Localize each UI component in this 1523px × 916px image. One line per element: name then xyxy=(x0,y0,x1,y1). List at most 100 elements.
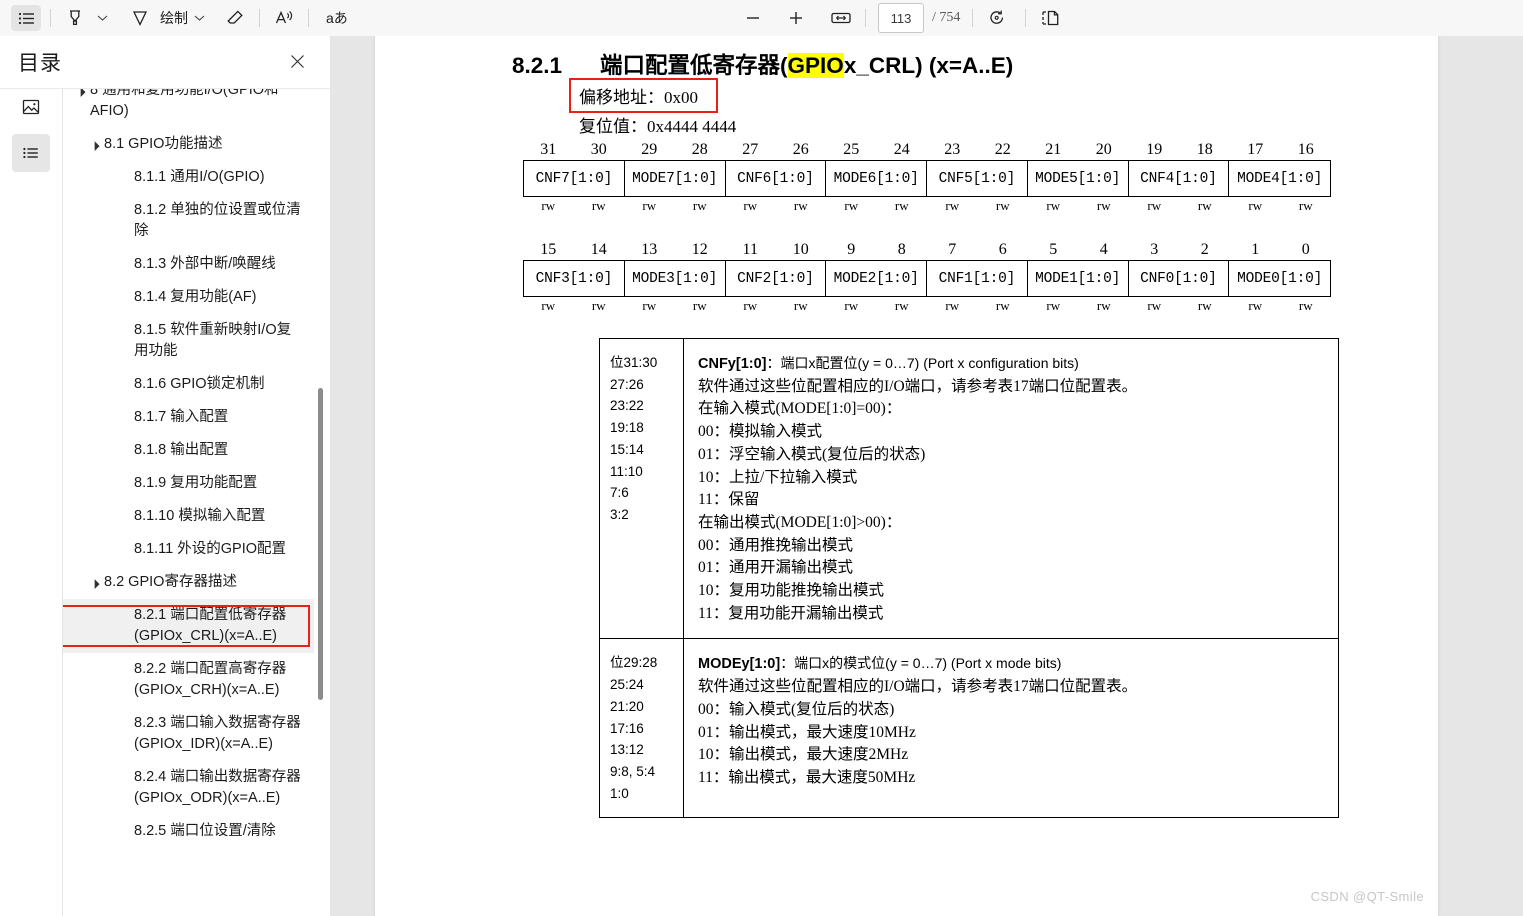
toc-item-18[interactable]: ◢8.2.5 端口位设置/清除 xyxy=(62,815,314,848)
toc-item-8[interactable]: ◢8.1.7 输入配置 xyxy=(62,401,314,434)
draw-label: 绘制 xyxy=(160,10,188,26)
zoom-out-button[interactable] xyxy=(738,5,768,31)
highlighter-button[interactable] xyxy=(60,5,90,31)
bit-number: 7 xyxy=(948,241,957,258)
toc-item-0[interactable]: ◢ 8 通用和复用功能I/O(GPIO和AFIO) xyxy=(62,88,314,128)
bit-access-cell: rw xyxy=(743,298,758,313)
draw-options-caret[interactable] xyxy=(190,5,208,31)
description-line: 软件通过这些位配置相应的I/O端口，请参考表17端口位配置表。 xyxy=(698,377,1138,395)
bit-range-line: 15:14 xyxy=(610,441,644,457)
page-number-input[interactable]: 113 xyxy=(878,3,924,33)
toc-item-2[interactable]: ◢8.1.1 通用I/O(GPIO) xyxy=(62,161,314,194)
bit-field-row: CNF3[1:0] MODE3[1:0] CNF2[1:0] MODE2[1:0] CN… xyxy=(523,260,1331,297)
heading-highlight: GPIO xyxy=(787,53,844,78)
plus-icon xyxy=(790,12,802,24)
description-line: 00：输入模式(复位后的状态) xyxy=(698,700,895,718)
register-bitmap-low: 15 14 13 12 11 10 9 8 7 6 5 4 3 2 1 0 CNF3[1:0] MODE3[1:0… xyxy=(523,240,1331,315)
bit-access-row: rw rw rw rw rw rw rw rw rw rw rw rw rw rw rw rw xyxy=(523,197,1331,215)
bit-number: 0 xyxy=(1301,241,1310,258)
bit-access-cell: rw xyxy=(1147,298,1162,313)
toc-item-11[interactable]: ◢8.1.10 模拟输入配置 xyxy=(62,500,314,533)
toc-item-label: 8.1.8 输出配置 xyxy=(134,442,229,458)
toc-item-15[interactable]: ◢8.2.2 端口配置高寄存器(GPIOx_CRH)(x=A..E) xyxy=(62,653,314,707)
two-page-view-button[interactable] xyxy=(1035,5,1065,31)
toc-item-10[interactable]: ◢8.1.9 复用功能配置 xyxy=(62,467,314,500)
toc-indent-spacer: ◢ xyxy=(118,374,134,388)
bit-access-cell: rw xyxy=(1298,298,1313,313)
toc-item-14[interactable]: ◢8.2.1 端口配置低寄存器(GPIOx_CRL)(x=A..E) xyxy=(62,599,314,653)
list-icon xyxy=(23,147,38,159)
zoom-in-button[interactable] xyxy=(781,5,811,31)
field-name: MODEy[1:0] xyxy=(698,656,781,673)
toc-item-7[interactable]: ◢8.1.6 GPIO锁定机制 xyxy=(62,368,314,401)
bit-access-cell: rw xyxy=(1147,198,1162,213)
chevron-down-icon xyxy=(194,15,204,21)
bit-number: 19 xyxy=(1146,141,1163,158)
pdf-page: 8.2.1 端口配置低寄存器(GPIOx_CRL) (x=A..E) 偏移地址：0… xyxy=(375,36,1438,916)
bit-field-cell: MODE0[1:0] xyxy=(1237,270,1323,287)
eraser-icon xyxy=(227,10,243,24)
pen-button[interactable] xyxy=(125,5,155,31)
bit-access-cell: rw xyxy=(793,198,808,213)
description-bits-cell: 位31:30 27:26 23:22 19:18 15:14 11:10 7:6 3:2 xyxy=(600,339,684,639)
toc-indent-spacer: ◢ xyxy=(118,407,134,421)
bit-access-cell: rw xyxy=(692,198,707,213)
bit-number-row: 15 14 13 12 11 10 9 8 7 6 5 4 3 2 1 0 xyxy=(523,240,1331,260)
bit-field-cell: MODE5[1:0] xyxy=(1028,161,1129,196)
fit-width-button[interactable] xyxy=(826,5,856,31)
toc-item-label: 8.2.2 端口配置高寄存器(GPIOx_CRH)(x=A..E) xyxy=(134,661,287,698)
read-aloud-button[interactable] xyxy=(269,5,299,31)
bit-number: 5 xyxy=(1049,241,1058,258)
description-text-cell: MODEy[1:0]：端口x的模式位(y = 0…7) (Port x mode… xyxy=(684,639,1338,817)
bit-number: 16 xyxy=(1297,141,1314,158)
bit-access-cell: rw xyxy=(541,298,556,313)
thumbnails-button[interactable] xyxy=(12,88,50,126)
highlighter-options-caret[interactable] xyxy=(93,5,111,31)
toc-item-1[interactable]: ◢ 8.1 GPIO功能描述 xyxy=(62,128,314,161)
toolbar-separator xyxy=(972,9,974,27)
bit-range-line: 23:22 xyxy=(610,398,644,414)
text-size-button[interactable]: aあ xyxy=(318,5,356,31)
toc-item-5[interactable]: ◢8.1.4 复用功能(AF) xyxy=(62,281,314,314)
toc-indent-spacer: ◢ xyxy=(118,473,134,487)
toc-scrollbar-thumb[interactable] xyxy=(318,388,323,700)
document-viewer[interactable]: 8.2.1 端口配置低寄存器(GPIOx_CRL) (x=A..E) 偏移地址：0… xyxy=(331,36,1523,916)
eraser-button[interactable] xyxy=(220,5,250,31)
table-of-contents-button[interactable] xyxy=(12,134,50,172)
bit-number: 28 xyxy=(691,141,708,158)
bit-field-cell: MODE1[1:0] xyxy=(1028,261,1129,296)
outline-toggle-button[interactable] xyxy=(11,5,41,31)
image-thumbnail-icon xyxy=(22,99,40,115)
bit-number: 30 xyxy=(590,141,607,158)
toc-item-17[interactable]: ◢8.2.4 端口输出数据寄存器(GPIOx_ODR)(x=A..E) xyxy=(62,761,314,815)
toolbar-separator xyxy=(308,9,309,27)
toc-indent-spacer: ◢ xyxy=(118,659,134,673)
bit-range-line: 21:20 xyxy=(610,698,644,714)
rotate-button[interactable] xyxy=(982,5,1012,31)
pdf-reader-window: 绘制 aあ 113 / 754 目录 ◢ 8 通用和复用功能I/O(GPIO和A… xyxy=(0,0,1523,916)
toc-indent-spacer: ◢ xyxy=(118,167,134,181)
toc-item-12[interactable]: ◢8.1.11 外设的GPIO配置 xyxy=(62,533,314,566)
bit-number: 20 xyxy=(1095,141,1112,158)
bit-number: 15 xyxy=(540,241,557,258)
toc-item-13[interactable]: ◢ 8.2 GPIO寄存器描述 xyxy=(62,566,314,599)
bit-access-cell: rw xyxy=(1298,198,1313,213)
bit-field-cell: CNF2[1:0] xyxy=(726,261,827,296)
bit-range-line: 17:16 xyxy=(610,720,644,736)
chevron-down-icon xyxy=(97,15,107,21)
bit-access-row: rw rw rw rw rw rw rw rw rw rw rw rw rw rw rw rw xyxy=(523,297,1331,315)
toc-list[interactable]: ◢8 通用和复用功能I/O(GPIO和AFIO)◢8.1 GPIO功能描述◢8.… xyxy=(62,88,330,916)
bit-access-cell: rw xyxy=(1197,298,1212,313)
bit-range-line: 13:12 xyxy=(610,742,644,758)
toc-item-9[interactable]: ◢8.1.8 输出配置 xyxy=(62,434,314,467)
description-line: 11：输出模式，最大速度50MHz xyxy=(698,768,916,786)
register-bitmap-high: 31 30 29 28 27 26 25 24 23 22 21 20 19 18 17 16 CNF7[1:0… xyxy=(523,140,1331,215)
toc-item-16[interactable]: ◢8.2.3 端口输入数据寄存器(GPIOx_IDR)(x=A..E) xyxy=(62,707,314,761)
toc-item-6[interactable]: ◢8.1.5 软件重新映射I/O复用功能 xyxy=(62,314,314,368)
close-icon[interactable] xyxy=(284,48,310,74)
description-line: 11：复用功能开漏输出模式 xyxy=(698,604,884,622)
description-line: 在输出模式(MODE[1:0]>00)： xyxy=(698,513,902,531)
toc-item-4[interactable]: ◢8.1.3 外部中断/唤醒线 xyxy=(62,248,314,281)
toolbar-right-group: 113 / 754 xyxy=(735,0,1068,36)
toc-item-3[interactable]: ◢8.1.2 单独的位设置或位清除 xyxy=(62,194,314,248)
